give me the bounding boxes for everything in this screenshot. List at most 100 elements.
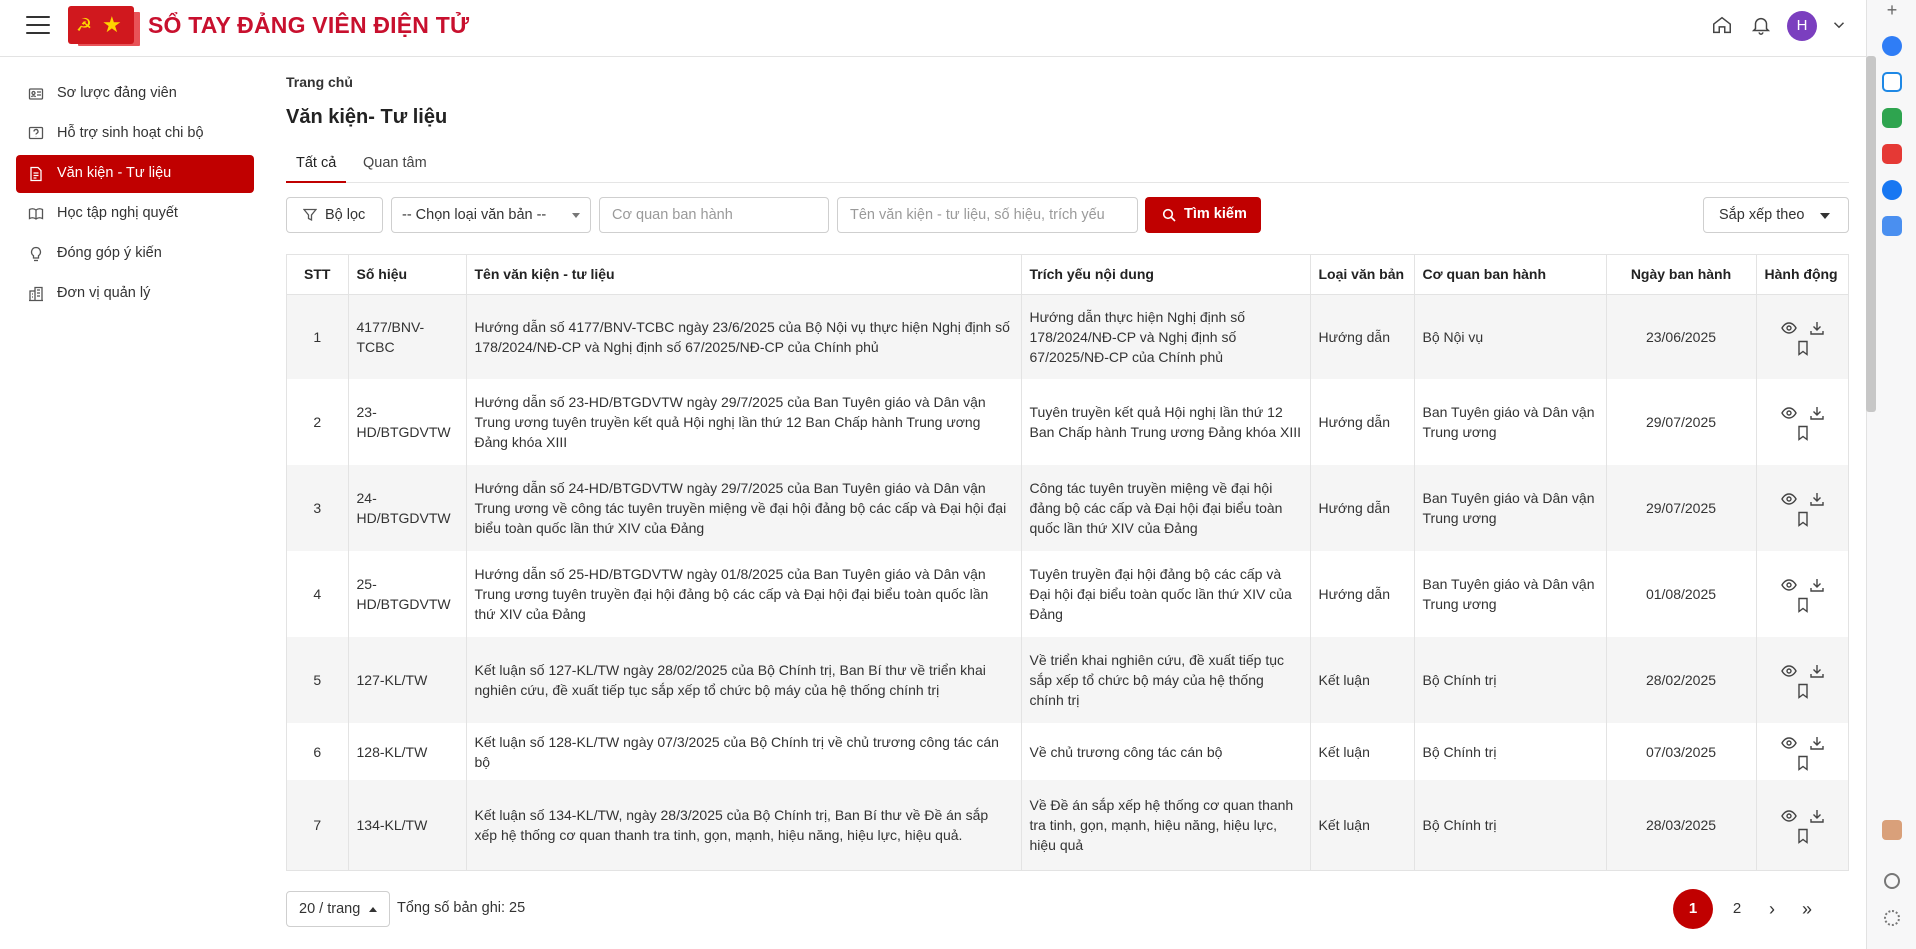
bookmark-icon[interactable] xyxy=(1795,683,1811,700)
cell-co-quan: Bộ Chính trị xyxy=(1414,723,1607,780)
cell-ten[interactable]: Kết luận số 128-KL/TW ngày 07/3/2025 của… xyxy=(466,723,1022,780)
filter-button[interactable]: Bộ lọc xyxy=(286,197,383,233)
document-name-input[interactable] xyxy=(837,197,1138,233)
view-icon[interactable] xyxy=(1781,405,1797,421)
download-icon[interactable] xyxy=(1809,808,1825,824)
table-row[interactable]: 5 127-KL/TW Kết luận số 127-KL/TW ngày 28/… xyxy=(287,637,1848,723)
table-row[interactable]: 4 25-HD/BTGDVTW Hướng dẫn số 25-HD/BTGDVTW… xyxy=(287,551,1848,637)
messenger-icon[interactable] xyxy=(1882,36,1902,56)
page-size-select[interactable]: 20 / trang xyxy=(286,891,390,927)
youtube-icon[interactable] xyxy=(1882,144,1902,164)
cell-loai: Hướng dẫn xyxy=(1310,379,1415,465)
facebook-icon[interactable] xyxy=(1882,180,1902,200)
history-icon[interactable] xyxy=(1884,873,1900,889)
next-page-button[interactable]: › xyxy=(1752,891,1792,927)
download-icon[interactable] xyxy=(1809,663,1825,679)
column-header: Trích yếu nội dung xyxy=(1021,255,1311,295)
last-page-button[interactable]: » xyxy=(1787,891,1827,927)
sidebar: Sơ lược đảng viên Hỗ trợ sinh hoạt chi b… xyxy=(0,57,270,949)
download-icon[interactable] xyxy=(1809,405,1825,421)
sidebar-item-label: Văn kiện - Tư liệu xyxy=(57,165,172,181)
menu-icon[interactable] xyxy=(26,16,50,34)
cell-ten[interactable]: Hướng dẫn số 25-HD/BTGDVTW ngày 01/8/202… xyxy=(466,551,1022,637)
cell-ngay: 07/03/2025 xyxy=(1606,723,1757,780)
tab-all[interactable]: Tất cả xyxy=(296,155,336,171)
view-icon[interactable] xyxy=(1781,663,1797,679)
zalo-icon[interactable] xyxy=(1882,72,1902,92)
view-icon[interactable] xyxy=(1781,735,1797,751)
settings-icon[interactable] xyxy=(1884,910,1900,926)
doc-type-select-value: -- Chọn loại văn bản -- xyxy=(402,207,547,223)
table-row[interactable]: 2 23-HD/BTGDVTW Hướng dẫn số 23-HD/BTGDVTW… xyxy=(287,379,1848,465)
top-header: ☭ ★ SỔ TAY ĐẢNG VIÊN ĐIỆN TỬ H xyxy=(0,0,1866,57)
bookmark-icon[interactable] xyxy=(1795,511,1811,528)
download-icon[interactable] xyxy=(1809,735,1825,751)
cell-so-hieu: 25-HD/BTGDVTW xyxy=(348,551,467,637)
cell-so-hieu: 24-HD/BTGDVTW xyxy=(348,465,467,551)
cell-co-quan: Bộ Chính trị xyxy=(1414,637,1607,723)
download-icon[interactable] xyxy=(1809,320,1825,336)
column-header: Số hiệu xyxy=(348,255,467,295)
sidebar-item-hoc-tap[interactable]: Học tập nghị quyết xyxy=(16,195,254,233)
cell-actions xyxy=(1756,637,1848,723)
id-card-icon xyxy=(28,88,44,100)
cell-so-hieu: 4177/BNV-TCBC xyxy=(348,294,467,379)
page-1-button[interactable]: 1 xyxy=(1673,889,1713,929)
cell-loai: Hướng dẫn xyxy=(1310,465,1415,551)
tab-favorites[interactable]: Quan tâm xyxy=(363,155,427,171)
bookmark-icon[interactable] xyxy=(1795,828,1811,845)
home-icon[interactable] xyxy=(1711,14,1733,36)
sidebar-item-dong-gop[interactable]: Đóng góp ý kiến xyxy=(16,235,254,273)
view-icon[interactable] xyxy=(1781,577,1797,593)
view-icon[interactable] xyxy=(1781,491,1797,507)
table-row[interactable]: 6 128-KL/TW Kết luận số 128-KL/TW ngày 07/… xyxy=(287,723,1848,780)
sidebar-item-van-kien[interactable]: Văn kiện - Tư liệu xyxy=(16,155,254,193)
download-icon[interactable] xyxy=(1809,577,1825,593)
cell-ten[interactable]: Kết luận số 127-KL/TW ngày 28/02/2025 củ… xyxy=(466,637,1022,723)
cell-ten[interactable]: Hướng dẫn số 23-HD/BTGDVTW ngày 29/7/202… xyxy=(466,379,1022,465)
cell-loai: Kết luận xyxy=(1310,637,1415,723)
book-icon xyxy=(28,208,44,220)
plus-icon[interactable]: + xyxy=(1882,0,1902,20)
scrollbar[interactable] xyxy=(1866,56,1876,412)
cell-actions xyxy=(1756,465,1848,551)
bookmark-icon[interactable] xyxy=(1795,340,1811,356)
cell-loai: Hướng dẫn xyxy=(1310,551,1415,637)
cell-ten[interactable]: Hướng dẫn số 4177/BNV-TCBC ngày 23/6/202… xyxy=(466,294,1022,379)
translate-icon[interactable] xyxy=(1882,216,1902,236)
cell-stt: 1 xyxy=(287,294,349,379)
view-icon[interactable] xyxy=(1781,808,1797,824)
agency-input[interactable] xyxy=(599,197,829,233)
breadcrumb[interactable]: Trang chủ xyxy=(286,74,353,90)
cell-stt: 7 xyxy=(287,780,349,870)
cell-ngay: 23/06/2025 xyxy=(1606,294,1757,379)
doc-type-select[interactable]: -- Chọn loại văn bản -- xyxy=(391,197,591,233)
cell-trich-yeu: Hướng dẫn thực hiện Nghị định số 178/202… xyxy=(1021,294,1311,379)
table-row[interactable]: 1 4177/BNV-TCBC Hướng dẫn số 4177/BNV-TCBC… xyxy=(287,294,1848,379)
search-button[interactable]: Tìm kiếm xyxy=(1145,197,1261,233)
sidebar-item-so-luoc[interactable]: Sơ lược đảng viên xyxy=(16,75,254,113)
bookmark-icon[interactable] xyxy=(1795,425,1811,442)
cell-ten[interactable]: Hướng dẫn số 24-HD/BTGDVTW ngày 29/7/202… xyxy=(466,465,1022,551)
game-icon[interactable] xyxy=(1882,108,1902,128)
tab-active-indicator xyxy=(286,181,346,183)
download-icon[interactable] xyxy=(1809,491,1825,507)
bookmark-icon[interactable] xyxy=(1795,597,1811,614)
avatar[interactable]: H xyxy=(1787,11,1817,41)
page-2-button[interactable]: 2 xyxy=(1717,891,1757,927)
cell-trich-yeu: Về chủ trương công tác cán bộ xyxy=(1021,723,1311,780)
bell-icon[interactable] xyxy=(1750,14,1772,36)
cell-ngay: 29/07/2025 xyxy=(1606,379,1757,465)
bookmark-icon[interactable] xyxy=(1795,755,1811,771)
cell-co-quan: Bộ Chính trị xyxy=(1414,780,1607,870)
cell-ten[interactable]: Kết luận số 134-KL/TW, ngày 28/3/2025 củ… xyxy=(466,780,1022,870)
sidebar-item-ho-tro[interactable]: Hỗ trợ sinh hoạt chi bộ xyxy=(16,115,254,153)
sort-dropdown[interactable]: Sắp xếp theo xyxy=(1703,197,1849,233)
table-row[interactable]: 7 134-KL/TW Kết luận số 134-KL/TW, ngày 28… xyxy=(287,780,1848,870)
chevron-down-icon[interactable] xyxy=(1830,16,1848,34)
view-icon[interactable] xyxy=(1781,320,1797,336)
table-row[interactable]: 3 24-HD/BTGDVTW Hướng dẫn số 24-HD/BTGDVTW… xyxy=(287,465,1848,551)
search-label: Tìm kiếm xyxy=(1184,206,1247,222)
profile-image-icon[interactable] xyxy=(1882,820,1902,840)
sidebar-item-don-vi[interactable]: Đơn vị quản lý xyxy=(16,275,254,313)
